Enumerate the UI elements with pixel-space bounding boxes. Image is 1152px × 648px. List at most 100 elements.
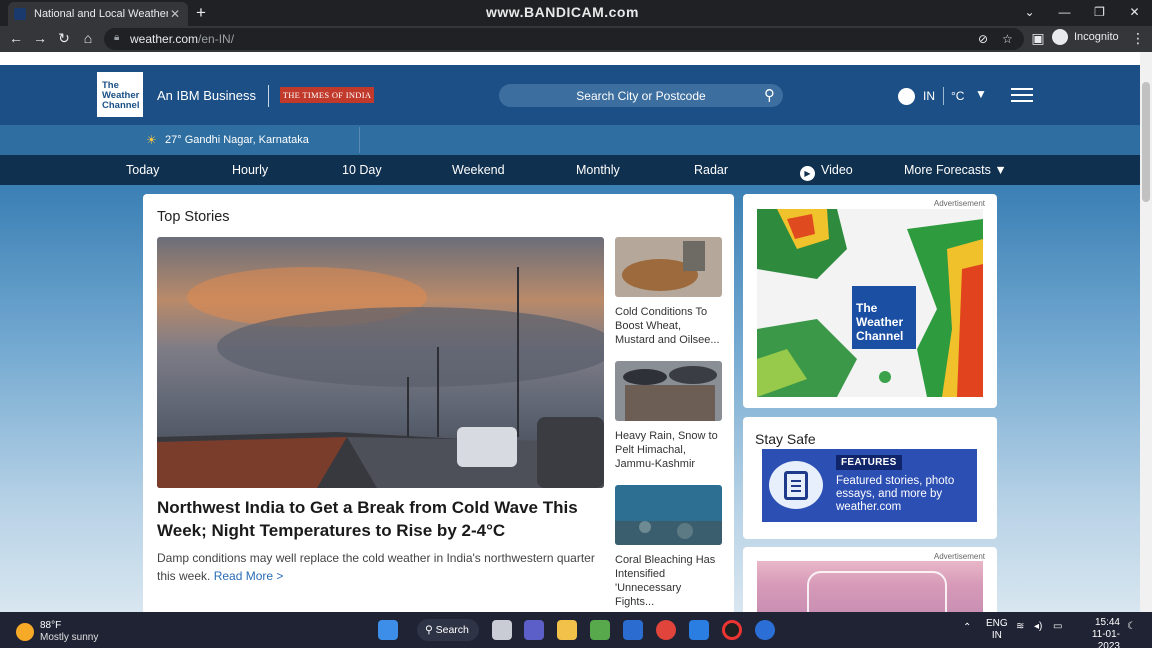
url-path: /en-IN/ bbox=[198, 32, 235, 46]
features-description: Featured stories, photo essays, and more… bbox=[836, 475, 955, 513]
nav-weekend[interactable]: Weekend bbox=[452, 163, 505, 177]
address-bar[interactable]: 🔒︎ weather.com/en-IN/ ⊘ ☆ bbox=[104, 28, 1024, 50]
back-arrow-icon[interactable]: ← bbox=[8, 30, 24, 46]
volume-icon[interactable]: ◂) bbox=[1034, 621, 1042, 632]
close-window-button[interactable]: ✕ bbox=[1117, 0, 1152, 26]
teams-chat-icon[interactable] bbox=[524, 620, 544, 640]
tab-search-icon[interactable]: ⌄ bbox=[1012, 0, 1047, 26]
incognito-profile-button[interactable]: Incognito bbox=[1052, 29, 1119, 45]
side-panel-icon[interactable]: ▣ bbox=[1030, 30, 1046, 47]
hamburger-menu-icon[interactable] bbox=[1011, 88, 1033, 102]
weather-channel-ad-logo: The Weather Channel bbox=[852, 286, 916, 349]
restore-button[interactable]: ❐ bbox=[1082, 0, 1117, 26]
advertisement-label: Advertisement bbox=[933, 199, 985, 208]
notification-icon[interactable]: ☾ bbox=[1127, 621, 1136, 632]
side-story-image[interactable] bbox=[615, 361, 722, 421]
bookmark-star-icon[interactable]: ☆ bbox=[1002, 32, 1013, 46]
forecast-nav: Today Hourly 10 Day Weekend Monthly Rada… bbox=[0, 155, 1140, 185]
current-location-temperature[interactable]: 27° Gandhi Nagar, Karnataka bbox=[165, 134, 309, 146]
minimize-button[interactable]: — bbox=[1047, 0, 1082, 26]
file-explorer-icon[interactable] bbox=[557, 620, 577, 640]
recording-watermark: www.BANDICAM.com bbox=[486, 4, 639, 20]
mail-app-icon[interactable] bbox=[623, 620, 643, 640]
browser-toolbar: ← → ↻ ⌂ 🔒︎ weather.com/en-IN/ ⊘ ☆ ▣ Inco… bbox=[0, 26, 1152, 52]
side-story-image[interactable] bbox=[615, 485, 722, 545]
tab-close-icon[interactable]: ✕ bbox=[168, 7, 182, 21]
nav-10-day[interactable]: 10 Day bbox=[342, 163, 382, 177]
chrome-icon[interactable] bbox=[656, 620, 676, 640]
scrollbar-thumb[interactable] bbox=[1142, 82, 1150, 202]
tab-title: National and Local Weather Radar bbox=[34, 8, 168, 20]
nav-more-forecasts[interactable]: More Forecasts ▼ bbox=[904, 163, 1007, 177]
nav-today[interactable]: Today bbox=[126, 163, 159, 177]
advertisement-label: Advertisement bbox=[933, 552, 985, 561]
ibm-business-label: An IBM Business bbox=[157, 88, 256, 103]
header-divider bbox=[268, 85, 269, 107]
times-of-india-logo[interactable]: THE TIMES OF INDIA bbox=[280, 87, 374, 103]
taskbar-search-button[interactable]: ⚲ Search bbox=[417, 619, 479, 641]
photos-app-icon[interactable] bbox=[590, 620, 610, 640]
bandicam-app-icon[interactable] bbox=[755, 620, 775, 640]
chevron-down-icon[interactable]: ▼ bbox=[975, 87, 987, 101]
home-icon[interactable]: ⌂ bbox=[80, 30, 96, 46]
clock-date: 11-01-2023 bbox=[1091, 629, 1120, 648]
phone-ad-image[interactable] bbox=[757, 561, 983, 612]
side-story-image[interactable] bbox=[615, 237, 722, 297]
browser-tab[interactable]: National and Local Weather Radar ✕ bbox=[8, 2, 188, 26]
top-stories-card: Top Stories Northwest India to Get a Bre… bbox=[143, 194, 734, 612]
search-placeholder: Search City or Postcode bbox=[576, 89, 706, 103]
partly-sunny-icon: ☀ bbox=[146, 133, 157, 147]
url-host: weather.com bbox=[130, 32, 199, 46]
reload-icon[interactable]: ↻ bbox=[56, 30, 72, 47]
location-bar: ☀ 27° Gandhi Nagar, Karnataka bbox=[0, 125, 1140, 155]
weather-temperature: 88°F bbox=[40, 620, 62, 631]
side-story-2[interactable]: Heavy Rain, Snow to Pelt Himachal, Jammu… bbox=[615, 361, 722, 471]
side-story-caption[interactable]: Cold Conditions To Boost Wheat, Mustard … bbox=[615, 305, 722, 347]
side-story-caption[interactable]: Heavy Rain, Snow to Pelt Himachal, Jammu… bbox=[615, 429, 722, 471]
tracking-blocked-icon[interactable]: ⊘ bbox=[978, 32, 988, 46]
stay-safe-card: Stay Safe FEATURES Featured stories, pho… bbox=[743, 417, 997, 539]
nav-monthly[interactable]: Monthly bbox=[576, 163, 620, 177]
windows-taskbar: 88°F Mostly sunny ⚲ Search ⌃ ENG IN ≋ ◂)… bbox=[0, 612, 1152, 648]
weather-channel-logo[interactable]: The Weather Channel bbox=[97, 72, 143, 117]
browser-menu-icon[interactable]: ⋮ bbox=[1131, 30, 1145, 47]
side-story-3[interactable]: Coral Bleaching Has Intensified 'Unneces… bbox=[615, 485, 722, 609]
features-banner[interactable]: FEATURES Featured stories, photo essays,… bbox=[762, 449, 977, 522]
system-clock[interactable]: 15:44 11-01-2023 bbox=[1076, 617, 1120, 648]
window-controls: ⌄ — ❐ ✕ bbox=[1012, 0, 1152, 26]
page-scrollbar[interactable] bbox=[1140, 52, 1152, 612]
location-search-input[interactable]: Search City or Postcode ⚲ bbox=[499, 84, 783, 107]
browser-tab-bar: National and Local Weather Radar ✕ + www… bbox=[0, 0, 1152, 26]
site-favicon-icon bbox=[14, 8, 26, 20]
language-indicator[interactable]: ENG IN bbox=[986, 618, 1008, 642]
nav-hourly[interactable]: Hourly bbox=[232, 163, 268, 177]
caret-down-icon: ▼ bbox=[994, 163, 1007, 177]
hero-story-image[interactable] bbox=[157, 237, 604, 488]
weather-widget[interactable]: 88°F Mostly sunny bbox=[16, 620, 98, 644]
wifi-icon[interactable]: ≋ bbox=[1016, 621, 1024, 632]
globe-icon[interactable] bbox=[898, 88, 915, 105]
nav-radar[interactable]: Radar bbox=[694, 163, 728, 177]
todo-app-icon[interactable] bbox=[689, 620, 709, 640]
lock-icon[interactable]: 🔒︎ bbox=[114, 32, 119, 43]
forward-arrow-icon[interactable]: → bbox=[32, 30, 48, 46]
nav-video[interactable]: ▶ Video bbox=[800, 163, 853, 181]
search-icon[interactable]: ⚲ bbox=[764, 86, 775, 104]
phone-outline-graphic bbox=[807, 571, 947, 612]
side-story-caption[interactable]: Coral Bleaching Has Intensified 'Unneces… bbox=[615, 553, 722, 609]
radar-ad-image[interactable]: The Weather Channel bbox=[757, 209, 983, 397]
region-selector[interactable]: IN bbox=[923, 89, 935, 103]
start-windows-icon[interactable] bbox=[378, 620, 398, 640]
sunny-icon bbox=[16, 623, 34, 641]
new-tab-button[interactable]: + bbox=[196, 3, 210, 23]
task-view-icon[interactable] bbox=[492, 620, 512, 640]
record-app-icon[interactable] bbox=[722, 620, 742, 640]
read-more-link[interactable]: Read More > bbox=[214, 569, 284, 583]
hero-story-headline[interactable]: Northwest India to Get a Break from Cold… bbox=[157, 496, 607, 542]
unit-selector[interactable]: °C bbox=[951, 89, 964, 103]
tray-overflow-chevron-icon[interactable]: ⌃ bbox=[963, 622, 971, 633]
weather-description: Mostly sunny bbox=[40, 632, 99, 643]
battery-icon[interactable]: ▭ bbox=[1053, 621, 1062, 632]
site-header: The Weather Channel An IBM Business THE … bbox=[0, 65, 1140, 125]
side-story-1[interactable]: Cold Conditions To Boost Wheat, Mustard … bbox=[615, 237, 722, 347]
